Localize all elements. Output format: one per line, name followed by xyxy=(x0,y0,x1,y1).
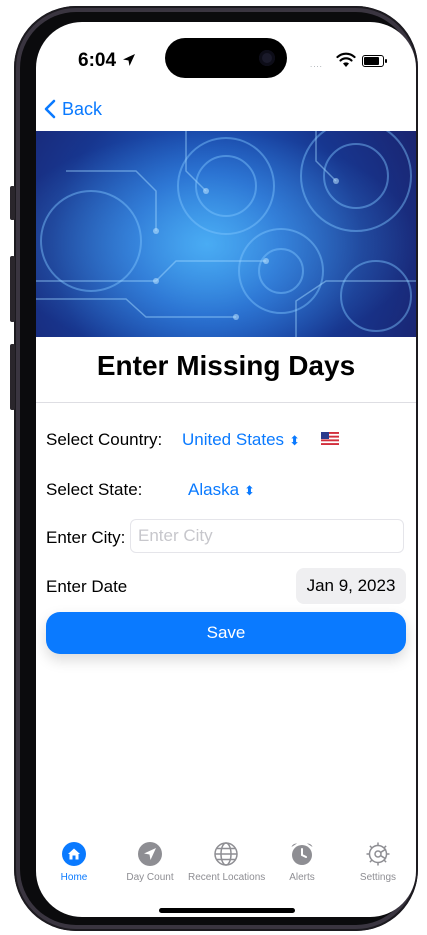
country-label: Select Country: xyxy=(46,430,163,449)
country-picker[interactable]: United States ⬍ xyxy=(182,430,300,450)
wifi-icon xyxy=(336,52,356,67)
city-label: Enter City: xyxy=(46,528,126,547)
volume-down-button xyxy=(10,344,15,410)
home-indicator xyxy=(159,908,295,913)
home-icon xyxy=(62,842,86,866)
state-picker[interactable]: Alaska ⬍ xyxy=(188,480,255,500)
hero-banner-image xyxy=(36,131,416,337)
tab-alerts-label: Alerts xyxy=(289,872,315,883)
tab-settings-label: Settings xyxy=(359,872,397,883)
circuit-gears-graphic xyxy=(36,131,416,337)
action-button xyxy=(10,186,15,220)
alarm-clock-icon xyxy=(291,843,313,865)
country-value: United States xyxy=(182,430,285,449)
camera-icon xyxy=(259,50,275,66)
volume-up-button xyxy=(10,256,15,322)
back-label: Back xyxy=(62,98,103,119)
dynamic-island xyxy=(165,38,287,78)
city-input[interactable] xyxy=(130,519,404,553)
page-title: Enter Missing Days xyxy=(96,350,356,381)
save-button[interactable]: Save xyxy=(46,612,406,654)
us-flag-icon xyxy=(321,432,339,445)
tab-home-label: Home xyxy=(60,872,88,883)
location-arrow-icon xyxy=(138,842,162,866)
tab-day-count[interactable]: Day Count xyxy=(112,830,188,890)
tab-recent-locations-label: Recent Locations xyxy=(188,872,266,883)
chevron-up-down-icon: ⬍ xyxy=(244,483,255,498)
tab-home[interactable]: Home xyxy=(36,830,112,890)
tab-day-count-label: Day Count xyxy=(126,872,174,883)
tab-settings[interactable]: Settings xyxy=(340,830,416,890)
cellular-signal-icon: .... xyxy=(310,60,323,69)
state-value: Alaska xyxy=(188,480,240,499)
gear-icon xyxy=(366,842,390,866)
chevron-left-icon xyxy=(44,99,56,119)
status-bar: 6:04 .... xyxy=(36,22,416,92)
back-button[interactable]: Back xyxy=(44,97,102,121)
globe-icon xyxy=(214,842,238,866)
divider xyxy=(36,402,416,403)
battery-tip xyxy=(385,59,387,63)
tab-recent-locations[interactable]: Recent Locations xyxy=(188,830,266,890)
app-screen: 6:04 .... Back Enter Missing Days Select… xyxy=(36,22,416,917)
date-picker[interactable]: Jan 9, 2023 xyxy=(296,568,406,604)
status-time: 6:04 xyxy=(78,50,117,71)
state-label: Select State: xyxy=(46,480,143,499)
date-label: Enter Date xyxy=(46,577,128,596)
location-services-icon xyxy=(123,54,135,66)
tab-alerts[interactable]: Alerts xyxy=(264,830,340,890)
tab-bar: Home Day Count Recent Locations Alerts S… xyxy=(36,830,416,890)
chevron-up-down-icon: ⬍ xyxy=(289,433,300,448)
battery-icon xyxy=(362,55,384,67)
